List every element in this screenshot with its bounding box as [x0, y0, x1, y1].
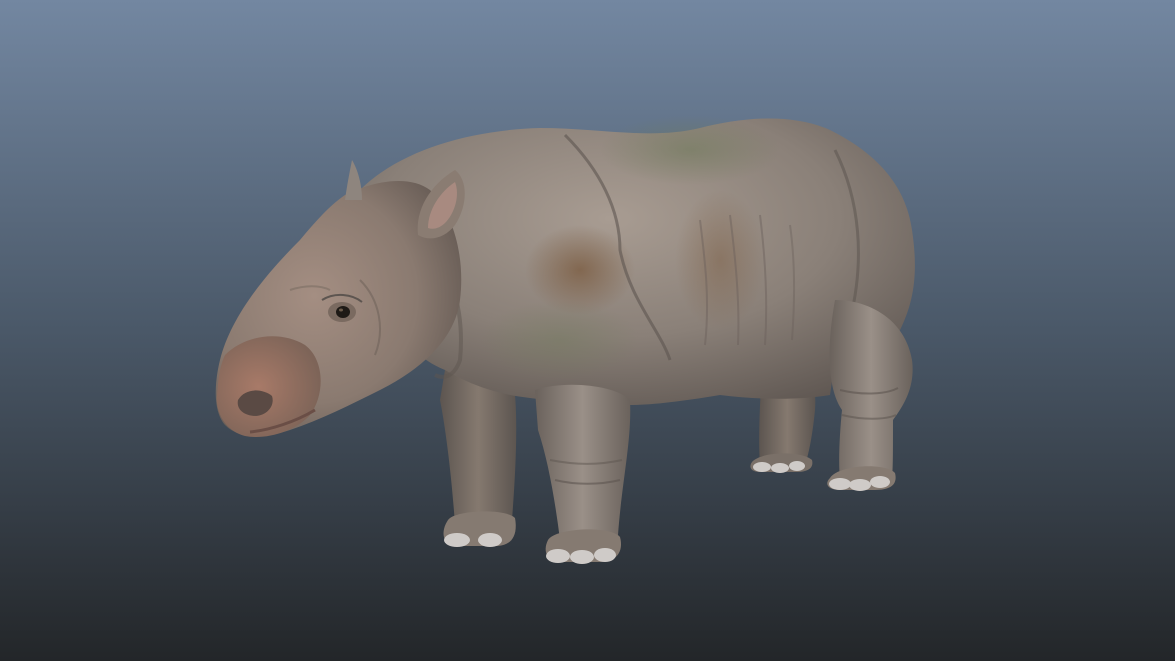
- hoof: [789, 461, 805, 471]
- rhino-model[interactable]: [0, 0, 1175, 661]
- hoof: [753, 462, 771, 472]
- hoof: [444, 533, 470, 547]
- hoof: [829, 478, 851, 490]
- hoof: [546, 549, 570, 563]
- hoof: [478, 533, 502, 547]
- eye: [336, 306, 350, 318]
- horn: [345, 160, 362, 200]
- near-front-leg: [535, 384, 631, 564]
- hoof: [594, 548, 616, 562]
- hoof: [570, 550, 594, 564]
- 3d-viewport[interactable]: [0, 0, 1175, 661]
- hoof: [771, 463, 789, 473]
- far-front-leg: [440, 370, 517, 547]
- hoof: [849, 479, 871, 491]
- hoof: [870, 476, 890, 488]
